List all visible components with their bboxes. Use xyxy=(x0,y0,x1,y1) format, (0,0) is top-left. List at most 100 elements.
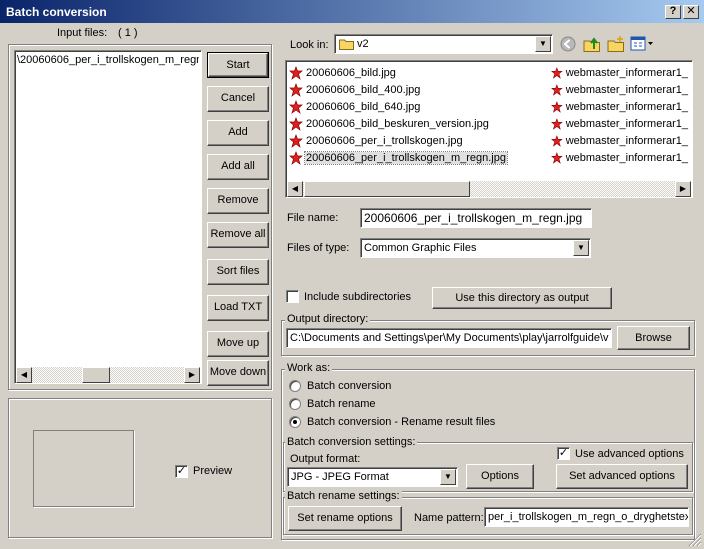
image-file-icon xyxy=(551,66,563,79)
chevron-down-icon[interactable]: ▼ xyxy=(440,469,456,485)
file-item-label: webmaster_informerar1_ xyxy=(565,66,688,79)
image-file-icon xyxy=(289,99,303,114)
file-item[interactable]: 20060606_per_i_trollskogen_m_regn.jpg xyxy=(289,149,508,166)
file-name-input[interactable]: 20060606_per_i_trollskogen_m_regn.jpg xyxy=(360,208,592,228)
use-directory-as-output-button[interactable]: Use this directory as output xyxy=(432,287,612,309)
file-item-label: 20060606_bild_640.jpg xyxy=(306,100,421,113)
files-of-type-select[interactable]: Common Graphic Files ▼ xyxy=(360,238,591,258)
file-item[interactable]: 20060606_bild.jpg xyxy=(289,64,397,81)
file-item[interactable]: 20060606_bild_400.jpg xyxy=(289,81,421,98)
title-bar[interactable]: Batch conversion ? ✕ xyxy=(0,0,704,24)
files-of-type-label: Files of type: xyxy=(287,242,350,254)
radio-batch-rename[interactable] xyxy=(289,398,301,410)
batch-conversion-settings-label: Batch conversion settings: xyxy=(285,436,418,448)
file-item-label: webmaster_informerar1_ xyxy=(565,83,688,96)
radio-batch-rename-label: Batch rename xyxy=(307,398,376,410)
file-item[interactable]: 20060606_bild_640.jpg xyxy=(289,98,421,115)
image-file-icon xyxy=(551,100,563,113)
folder-icon xyxy=(339,39,354,50)
preview-image xyxy=(33,430,134,507)
image-file-icon xyxy=(551,117,563,130)
output-directory-label: Output directory: xyxy=(285,313,371,325)
set-rename-options-button[interactable]: Set rename options xyxy=(288,506,402,531)
file-item[interactable]: webmaster_informerar1_ xyxy=(551,149,689,166)
scroll-right-icon[interactable]: ▶ xyxy=(184,367,200,383)
radio-batch-conversion-rename[interactable] xyxy=(289,416,301,428)
input-list-hscrollbar[interactable]: ◀ ▶ xyxy=(16,367,200,383)
image-file-icon xyxy=(289,82,303,97)
chevron-down-icon[interactable]: ▼ xyxy=(535,36,551,52)
file-item-label: 20060606_bild_beskuren_version.jpg xyxy=(306,117,489,130)
image-file-icon xyxy=(289,133,303,148)
image-file-icon xyxy=(289,116,303,131)
remove-button[interactable]: Remove xyxy=(207,188,269,214)
batch-rename-settings-label: Batch rename settings: xyxy=(285,490,402,502)
cancel-button[interactable]: Cancel xyxy=(207,86,269,112)
file-item[interactable]: webmaster_informerar1_ xyxy=(551,64,689,81)
image-file-icon xyxy=(289,65,303,80)
new-folder-icon[interactable] xyxy=(607,35,625,53)
file-item[interactable]: webmaster_informerar1_ xyxy=(551,115,689,132)
image-file-icon xyxy=(551,151,563,164)
use-advanced-options-label: Use advanced options xyxy=(575,448,684,460)
view-menu-icon[interactable] xyxy=(630,36,654,52)
file-item-label: webmaster_informerar1_ xyxy=(565,134,688,147)
back-icon[interactable] xyxy=(560,36,576,52)
resize-grip-icon[interactable] xyxy=(688,533,702,547)
radio-batch-conversion[interactable] xyxy=(289,380,301,392)
help-button[interactable]: ? xyxy=(665,5,681,19)
output-directory-input[interactable]: C:\Documents and Settings\per\My Documen… xyxy=(286,328,612,348)
scroll-right-icon[interactable]: ▶ xyxy=(675,181,691,197)
file-item-label: webmaster_informerar1_ xyxy=(565,117,688,130)
file-item-label: 20060606_per_i_trollskogen_m_regn.jpg xyxy=(304,150,508,165)
radio-batch-conversion-label: Batch conversion xyxy=(307,380,392,392)
preview-label: Preview xyxy=(193,465,233,477)
file-item-label: 20060606_bild.jpg xyxy=(306,66,396,79)
look-in-combo[interactable]: v2 ▼ xyxy=(334,34,553,54)
file-item[interactable]: webmaster_informerar1_ xyxy=(551,81,689,98)
file-item-label: 20060606_bild_400.jpg xyxy=(306,83,421,96)
include-subdirectories-checkbox[interactable] xyxy=(286,290,299,303)
scroll-left-icon[interactable]: ◀ xyxy=(16,367,32,383)
file-item[interactable]: webmaster_informerar1_ xyxy=(551,132,689,149)
scroll-thumb[interactable] xyxy=(304,181,470,197)
add-all-button[interactable]: Add all xyxy=(207,154,269,180)
set-advanced-options-button[interactable]: Set advanced options xyxy=(556,464,688,489)
list-item[interactable]: \20060606_per_i_trollskogen_m_regn.jp xyxy=(17,54,199,66)
file-item-label: webmaster_informerar1_ xyxy=(565,100,688,113)
add-button[interactable]: Add xyxy=(207,120,269,146)
move-down-button[interactable]: Move down xyxy=(207,360,269,386)
file-item[interactable]: 20060606_bild_beskuren_version.jpg xyxy=(289,115,490,132)
input-files-list[interactable]: \20060606_per_i_trollskogen_m_regn.jp ◀ … xyxy=(14,50,202,384)
scroll-thumb[interactable] xyxy=(82,367,110,383)
load-txt-button[interactable]: Load TXT xyxy=(207,295,269,321)
close-button[interactable]: ✕ xyxy=(683,5,699,19)
radio-batch-conversion-rename-label: Batch conversion - Rename result files xyxy=(307,416,496,428)
input-files-count: ( 1 ) xyxy=(118,27,138,39)
remove-all-button[interactable]: Remove all xyxy=(207,222,269,248)
start-button[interactable]: Start xyxy=(207,52,269,78)
file-item-label: webmaster_informerar1_ xyxy=(565,151,688,164)
work-as-label: Work as: xyxy=(285,362,333,374)
file-item[interactable]: webmaster_informerar1_ xyxy=(551,98,689,115)
sort-files-button[interactable]: Sort files xyxy=(207,259,269,285)
chevron-down-icon[interactable]: ▼ xyxy=(573,240,589,256)
look-in-value: v2 xyxy=(357,38,369,50)
output-format-select[interactable]: JPG - JPEG Format ▼ xyxy=(287,467,458,487)
output-format-label: Output format: xyxy=(290,453,361,465)
preview-checkbox[interactable]: ✓ xyxy=(175,465,188,478)
options-button[interactable]: Options xyxy=(466,464,534,489)
image-file-icon xyxy=(551,134,563,147)
scroll-left-icon[interactable]: ◀ xyxy=(287,181,303,197)
use-advanced-options-checkbox[interactable]: ✓ xyxy=(557,447,570,460)
up-folder-icon[interactable] xyxy=(583,35,601,53)
file-item[interactable]: 20060606_per_i_trollskogen.jpg xyxy=(289,132,464,149)
files-of-type-value: Common Graphic Files xyxy=(364,242,477,254)
name-pattern-input[interactable]: per_i_trollskogen_m_regn_o_dryghetstext xyxy=(484,507,689,527)
file-browser-hscrollbar[interactable]: ◀ ▶ xyxy=(287,181,691,197)
output-format-value: JPG - JPEG Format xyxy=(291,471,389,483)
move-up-button[interactable]: Move up xyxy=(207,331,269,357)
browse-button[interactable]: Browse xyxy=(617,326,690,350)
file-browser-list[interactable]: 20060606_bild.jpg 20060606_bild_400.jpg 20… xyxy=(285,60,693,198)
name-pattern-label: Name pattern: xyxy=(414,512,484,524)
